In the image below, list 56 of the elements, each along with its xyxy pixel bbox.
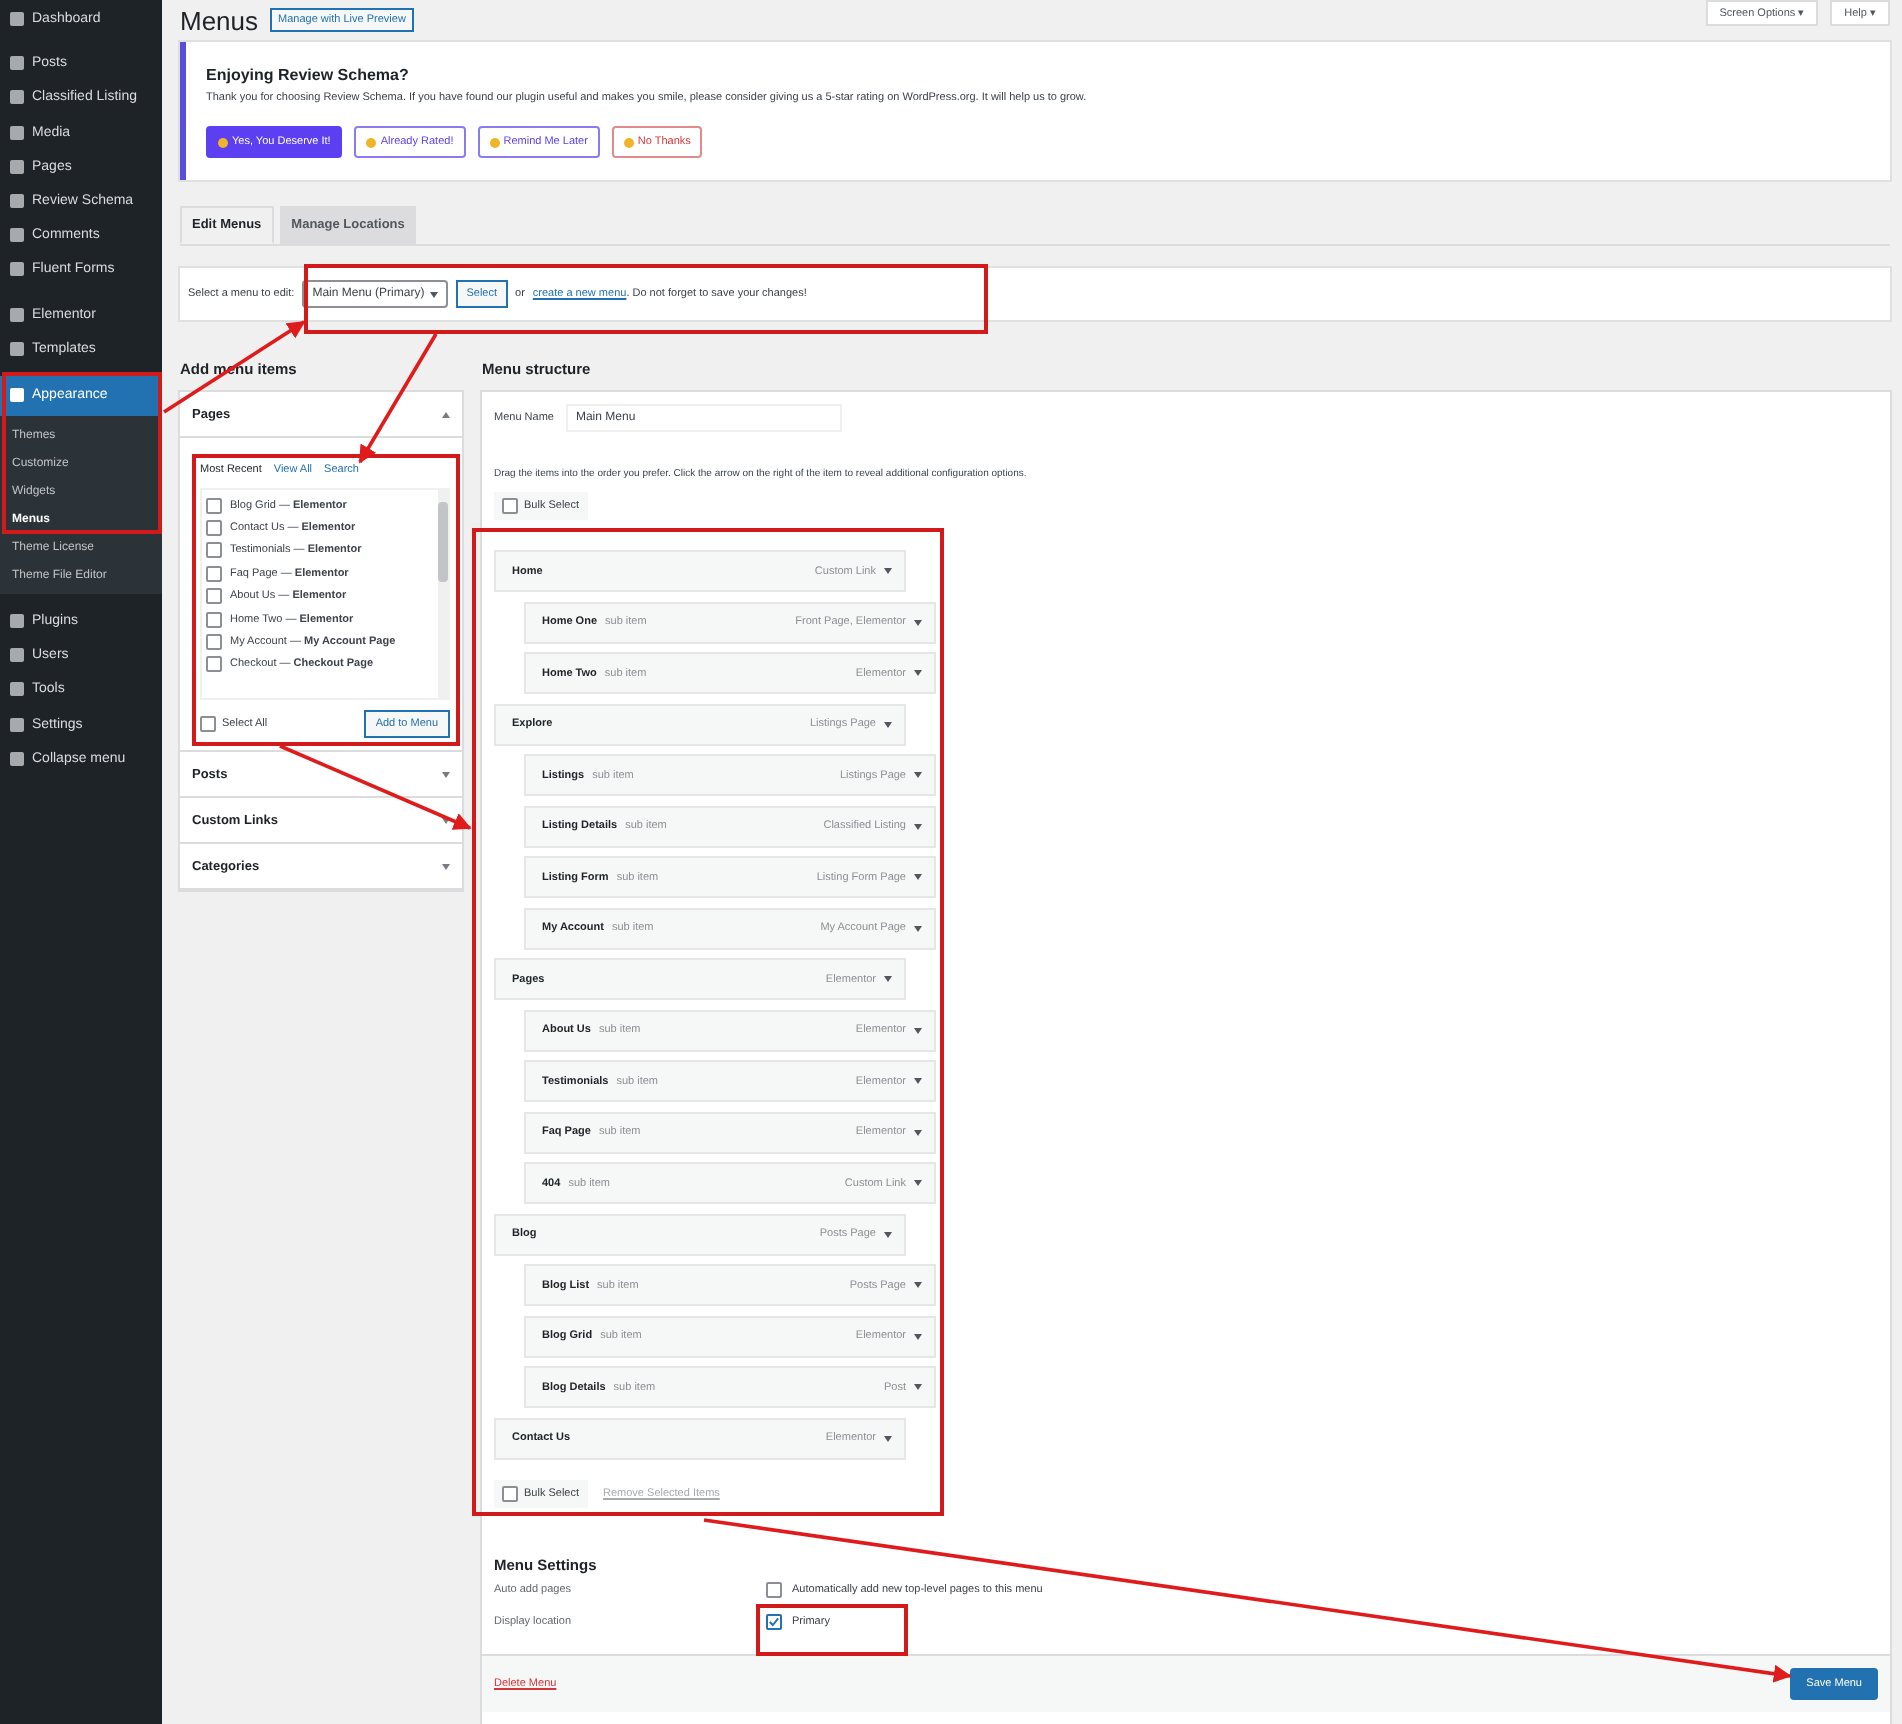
annotation-arrow	[358, 333, 438, 464]
caret-icon[interactable]	[914, 670, 922, 676]
square-icon	[10, 125, 24, 140]
checkbox[interactable]	[766, 1581, 782, 1597]
checkbox[interactable]	[206, 565, 222, 582]
square-icon	[10, 717, 24, 732]
checkbox[interactable]	[206, 656, 222, 673]
square-icon	[10, 12, 24, 27]
square-icon	[10, 90, 24, 105]
toggle-icon	[442, 863, 450, 869]
toggle-icon	[442, 771, 450, 777]
caret-icon[interactable]	[914, 619, 922, 625]
square-icon	[10, 228, 24, 243]
checkbox[interactable]	[206, 611, 222, 628]
caret-icon[interactable]	[914, 874, 922, 880]
page-title: Menus	[180, 5, 259, 35]
caret-icon[interactable]	[914, 823, 922, 829]
caret-icon[interactable]	[914, 1180, 922, 1186]
caret-icon[interactable]	[914, 1333, 922, 1339]
scrollbar[interactable]	[438, 490, 448, 698]
caret-icon[interactable]	[884, 976, 892, 982]
caret-icon[interactable]	[914, 925, 922, 931]
caret-icon[interactable]	[914, 1027, 922, 1033]
square-icon	[10, 613, 24, 628]
square-icon	[10, 262, 24, 277]
square-icon	[10, 56, 24, 71]
notice-title: Enjoying Review Schema?	[206, 66, 411, 84]
caret-icon[interactable]	[914, 1384, 922, 1390]
square-icon	[10, 648, 24, 663]
checkbox[interactable]	[206, 520, 222, 537]
caret-icon[interactable]	[884, 1435, 892, 1441]
square-icon	[10, 159, 24, 174]
caret-icon[interactable]	[914, 1078, 922, 1084]
checkbox[interactable]	[206, 634, 222, 651]
caret-icon[interactable]	[914, 772, 922, 778]
checkbox[interactable]	[206, 542, 222, 559]
checkbox[interactable]	[200, 716, 216, 732]
square-icon	[10, 751, 24, 766]
caret-icon[interactable]	[914, 1282, 922, 1288]
caret-icon[interactable]	[914, 1129, 922, 1135]
caret-icon[interactable]	[884, 568, 892, 574]
square-icon	[10, 388, 24, 403]
toggle-icon	[442, 411, 450, 417]
caret-icon[interactable]	[884, 1231, 892, 1237]
checkbox[interactable]	[502, 1485, 518, 1501]
checkbox[interactable]	[206, 497, 222, 514]
square-icon	[10, 194, 24, 209]
square-icon	[10, 307, 24, 322]
checkbox[interactable]	[766, 1613, 782, 1629]
caret-icon	[430, 291, 439, 297]
toggle-icon	[442, 817, 450, 823]
checkbox[interactable]	[206, 588, 222, 605]
caret-icon[interactable]	[884, 721, 892, 727]
checkbox[interactable]	[502, 498, 518, 514]
square-icon	[10, 682, 24, 697]
square-icon	[10, 341, 24, 356]
